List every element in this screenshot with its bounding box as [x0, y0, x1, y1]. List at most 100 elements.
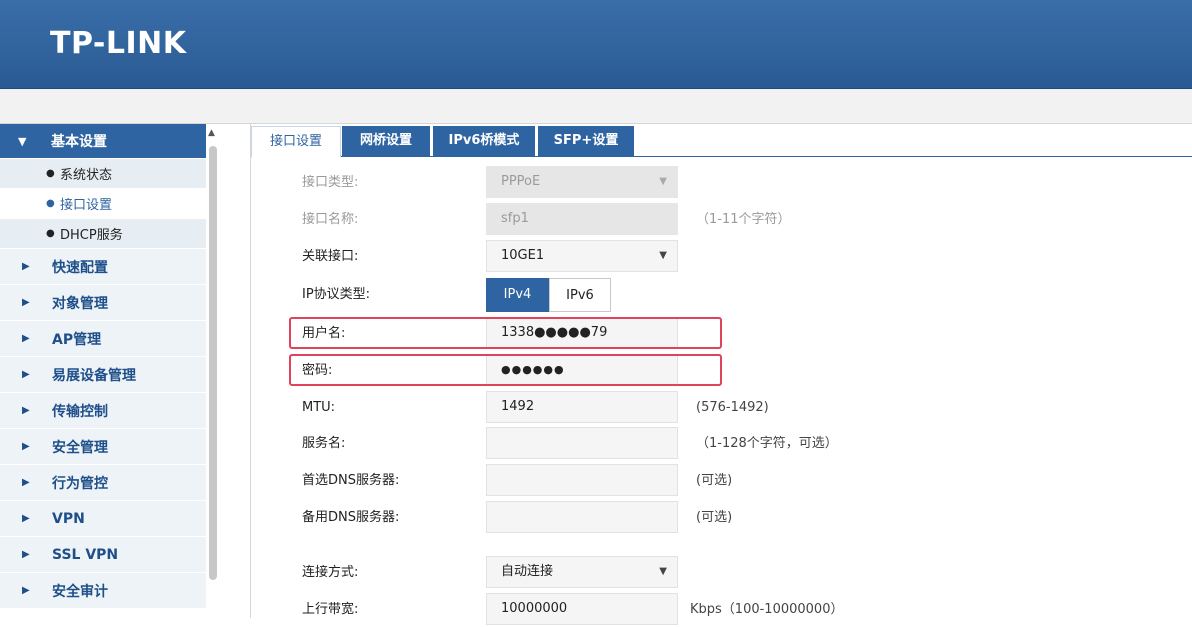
ip-protocol-label: IP协议类型:	[302, 287, 371, 302]
ipv6-button[interactable]: IPv6	[549, 278, 611, 312]
bullet-icon: ●	[46, 228, 55, 239]
tab-bar: 接口设置 网桥设置 IPv6桥模式 SFP+设置	[251, 126, 1192, 158]
interface-name-label: 接口名称:	[302, 212, 359, 227]
primary-dns-input[interactable]	[486, 464, 678, 496]
triangle-right-icon: ▶	[22, 333, 30, 344]
sidebar-item-label: 快速配置	[52, 259, 108, 276]
secondary-dns-input[interactable]	[486, 501, 678, 533]
triangle-right-icon: ▶	[22, 405, 30, 416]
sidebar-item-label: 安全管理	[52, 439, 108, 456]
row-interface-name: 接口名称: sfp1 （1-11个字符）	[251, 203, 1192, 237]
scrollbar-thumb[interactable]	[209, 146, 217, 580]
triangle-down-icon: ▼	[18, 134, 27, 148]
tab-bridge-settings[interactable]: 网桥设置	[342, 126, 430, 156]
secondary-dns-hint: (可选)	[696, 510, 733, 525]
triangle-right-icon: ▶	[22, 441, 30, 452]
row-linked-interface: 关联接口: 10GE1 ▼	[251, 240, 1192, 274]
primary-dns-hint: (可选)	[696, 473, 733, 488]
triangle-right-icon: ▶	[22, 261, 30, 272]
sidebar-item-security-mgmt[interactable]: ▶ 安全管理	[0, 429, 206, 465]
chevron-down-icon: ▼	[659, 176, 667, 187]
sidebar: ▼ 基本设置 ● 系统状态 ● 接口设置 ● DHCP服务 ▶ 快速配置 ▶ 对象管…	[0, 124, 206, 618]
sidebar-item-ap-mgmt[interactable]: ▶ AP管理	[0, 321, 206, 357]
ip-protocol-toggle: IPv4 IPv6	[486, 278, 611, 312]
sidebar-group-basic-settings[interactable]: ▼ 基本设置	[0, 124, 206, 159]
chevron-down-icon: ▼	[659, 566, 667, 577]
sidebar-item-mesh-devices[interactable]: ▶ 易展设备管理	[0, 357, 206, 393]
sidebar-item-interface-settings[interactable]: ● 接口设置	[0, 189, 206, 219]
row-primary-dns: 首选DNS服务器: (可选)	[251, 464, 1192, 498]
mtu-label: MTU:	[302, 400, 336, 415]
app-header: TP-LINK	[0, 0, 1192, 89]
interface-type-select: PPPoE ▼	[486, 166, 678, 198]
uplink-bandwidth-label: 上行带宽:	[302, 602, 359, 617]
uplink-bandwidth-hint: Kbps（100-10000000）	[690, 602, 844, 617]
bullet-icon: ●	[46, 168, 55, 179]
sidebar-group-label: 基本设置	[51, 134, 107, 150]
tp-link-logo: TP-LINK	[50, 26, 187, 61]
sidebar-item-transfer-control[interactable]: ▶ 传输控制	[0, 393, 206, 429]
sidebar-item-behavior-control[interactable]: ▶ 行为管控	[0, 465, 206, 501]
ipv4-button[interactable]: IPv4	[486, 278, 549, 312]
tab-interface-settings[interactable]: 接口设置	[251, 126, 341, 158]
sidebar-item-dhcp[interactable]: ● DHCP服务	[0, 219, 206, 249]
sidebar-item-label: 系统状态	[60, 168, 113, 183]
primary-dns-label: 首选DNS服务器:	[302, 473, 400, 488]
linked-interface-label: 关联接口:	[302, 249, 359, 264]
sidebar-item-system-status[interactable]: ● 系统状态	[0, 159, 206, 189]
sidebar-item-label: SSL VPN	[52, 546, 119, 563]
row-uplink-bandwidth: 上行带宽: 10000000 Kbps（100-10000000）	[251, 593, 1192, 627]
service-name-hint: （1-128个字符，可选）	[696, 436, 838, 451]
sidebar-scrollbar[interactable]: ▲	[206, 124, 220, 618]
uplink-bandwidth-input[interactable]: 10000000	[486, 593, 678, 625]
row-ip-protocol: IP协议类型: IPv4 IPv6	[251, 278, 1192, 312]
tab-ipv6-bridge[interactable]: IPv6桥模式	[433, 126, 535, 156]
sub-toolbar	[0, 89, 1192, 124]
sidebar-item-quick-config[interactable]: ▶ 快速配置	[0, 249, 206, 285]
sidebar-item-label: DHCP服务	[60, 228, 123, 243]
triangle-right-icon: ▶	[22, 513, 30, 524]
triangle-right-icon: ▶	[22, 297, 30, 308]
row-service-name: 服务名: （1-128个字符，可选）	[251, 427, 1192, 461]
triangle-right-icon: ▶	[22, 585, 30, 596]
connect-mode-select[interactable]: 自动连接 ▼	[486, 556, 678, 588]
secondary-dns-label: 备用DNS服务器:	[302, 510, 400, 525]
connect-mode-value: 自动连接	[501, 564, 554, 579]
sidebar-item-label: 接口设置	[60, 198, 113, 213]
bullet-icon: ●	[46, 198, 55, 209]
triangle-right-icon: ▶	[22, 477, 30, 488]
sidebar-item-ssl-vpn[interactable]: ▶ SSL VPN	[0, 537, 206, 573]
row-secondary-dns: 备用DNS服务器: (可选)	[251, 501, 1192, 535]
mtu-hint: (576-1492)	[696, 400, 769, 415]
service-name-label: 服务名:	[302, 436, 346, 451]
interface-type-label: 接口类型:	[302, 175, 359, 190]
username-highlight-box	[289, 317, 722, 349]
row-mtu: MTU: 1492 (576-1492)	[251, 391, 1192, 425]
sidebar-item-label: 行为管控	[52, 475, 108, 492]
service-name-input[interactable]	[486, 427, 678, 459]
row-interface-type: 接口类型: PPPoE ▼	[251, 166, 1192, 200]
interface-name-field: sfp1	[486, 203, 678, 235]
sidebar-item-label: 对象管理	[52, 295, 108, 312]
tab-sfp-settings[interactable]: SFP+设置	[538, 126, 634, 156]
connect-mode-label: 连接方式:	[302, 565, 359, 580]
sidebar-item-security-audit[interactable]: ▶ 安全审计	[0, 573, 206, 609]
sidebar-item-vpn[interactable]: ▶ VPN	[0, 501, 206, 537]
triangle-right-icon: ▶	[22, 549, 30, 560]
sidebar-item-object-mgmt[interactable]: ▶ 对象管理	[0, 285, 206, 321]
chevron-down-icon: ▼	[659, 250, 667, 261]
password-highlight-box	[289, 354, 722, 386]
row-connect-mode: 连接方式: 自动连接 ▼	[251, 556, 1192, 590]
triangle-right-icon: ▶	[22, 369, 30, 380]
sidebar-item-label: 易展设备管理	[52, 367, 136, 384]
linked-interface-select[interactable]: 10GE1 ▼	[486, 240, 678, 272]
interface-type-value: PPPoE	[501, 174, 541, 189]
interface-name-hint: （1-11个字符）	[696, 212, 791, 227]
main-content: 接口设置 网桥设置 IPv6桥模式 SFP+设置 接口类型: PPPoE ▼ 接…	[250, 124, 1192, 625]
scroll-up-icon[interactable]: ▲	[208, 128, 215, 138]
sidebar-item-label: 安全审计	[52, 583, 108, 600]
mtu-input[interactable]: 1492	[486, 391, 678, 423]
sidebar-item-label: AP管理	[52, 331, 102, 348]
sidebar-item-label: VPN	[52, 510, 85, 527]
linked-interface-value: 10GE1	[501, 248, 545, 263]
